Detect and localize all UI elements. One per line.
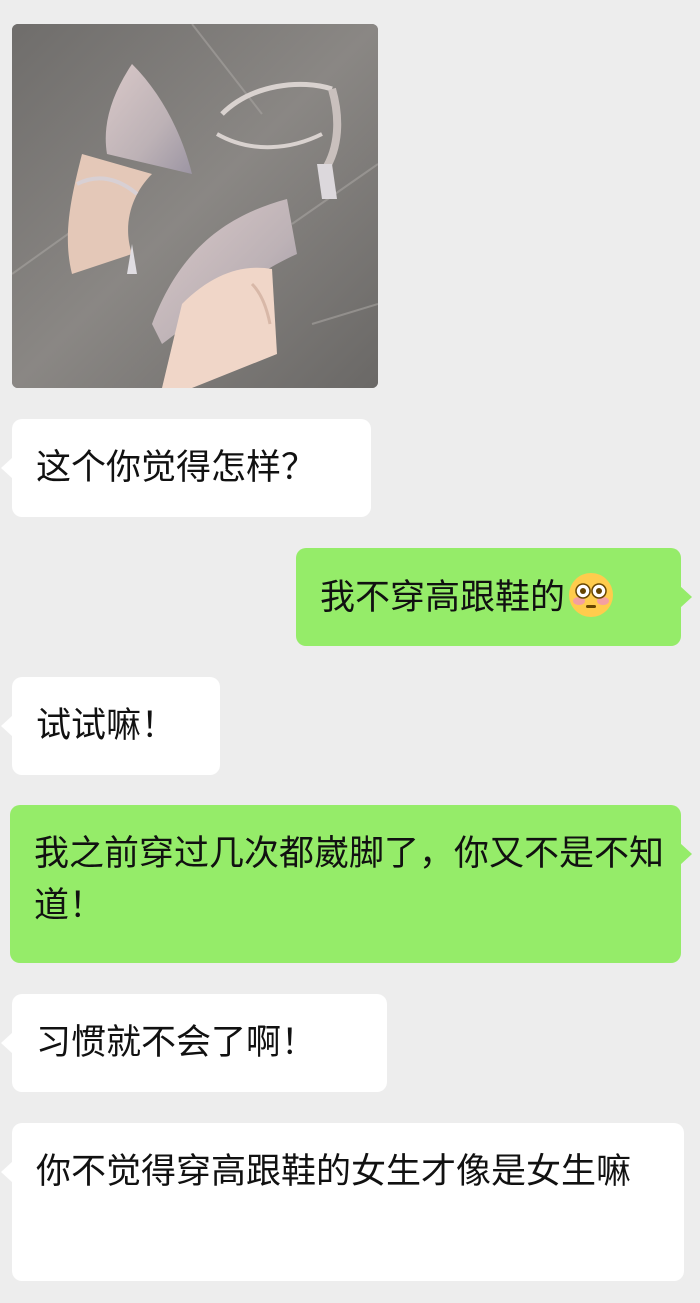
message-text: 我不穿高跟鞋的 (320, 578, 566, 618)
message-bubble-incoming[interactable]: 试试嘛！ (1, 677, 220, 775)
message-bubble-outgoing[interactable]: 我不穿高跟鞋的 (296, 548, 692, 646)
message-text: 习惯就不会了啊！ (36, 1023, 317, 1063)
message-text: 试试嘛！ (36, 706, 177, 746)
message-bubble-incoming[interactable]: 这个你觉得怎样？ (1, 419, 371, 517)
message-text: 这个你觉得怎样？ (36, 448, 317, 488)
flushed-face-icon (567, 571, 615, 634)
shoe-photo-image (12, 24, 378, 388)
shoe-photo[interactable] (12, 24, 378, 388)
message-bubble-incoming[interactable]: 习惯就不会了啊！ (1, 994, 387, 1092)
message-bubble-outgoing[interactable]: 我之前穿过几次都崴脚了，你又不是不知道！ (10, 805, 692, 963)
message-text: 我之前穿过几次都崴脚了，你又不是不知道！ (34, 834, 665, 926)
message-text: 你不觉得穿高跟鞋的女生才像是女生嘛 (36, 1152, 632, 1192)
message-bubble-incoming[interactable]: 你不觉得穿高跟鞋的女生才像是女生嘛 (1, 1123, 684, 1281)
